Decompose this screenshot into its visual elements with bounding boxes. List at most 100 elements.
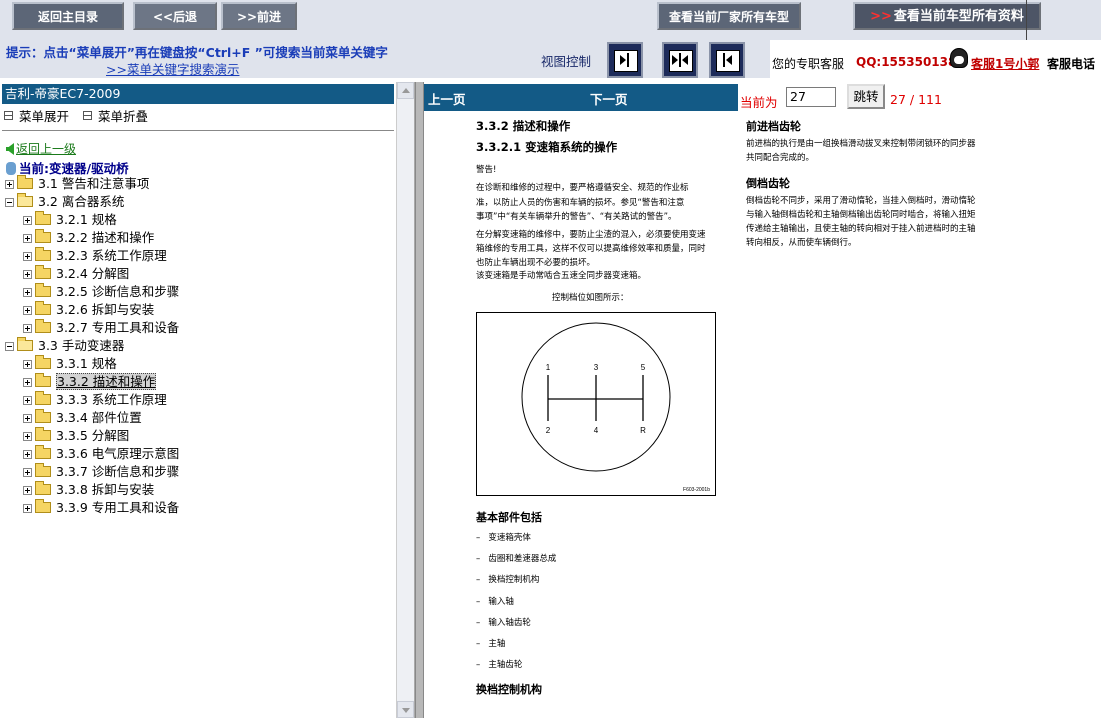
tree-item-label[interactable]: 3.2.1 规格 bbox=[56, 212, 117, 227]
menu-tools: 菜单展开 菜单折叠 bbox=[4, 106, 148, 125]
back-arrow-icon bbox=[6, 143, 14, 155]
qq-penguin-icon[interactable] bbox=[950, 48, 968, 68]
jump-button[interactable]: 跳转 bbox=[847, 84, 885, 109]
folder-icon bbox=[35, 319, 51, 333]
forward-button[interactable]: >>前进 bbox=[221, 2, 297, 30]
tree-item[interactable]: 3.2 离合器系统 bbox=[5, 193, 124, 211]
prev-page-button[interactable]: 上一页 bbox=[428, 89, 466, 108]
expand-toggle-icon[interactable] bbox=[23, 360, 32, 369]
tree-item[interactable]: 3.3.3 系统工作原理 bbox=[23, 391, 167, 409]
folder-icon bbox=[35, 229, 51, 243]
tree-item[interactable]: 3.1 警告和注意事项 bbox=[5, 175, 149, 193]
tree-item[interactable]: 3.2.4 分解图 bbox=[23, 265, 129, 283]
tree-item[interactable]: 3.2.6 拆卸与安装 bbox=[23, 301, 154, 319]
menu-collapse-label: 菜单折叠 bbox=[98, 109, 149, 124]
tree-item-label[interactable]: 3.3.5 分解图 bbox=[56, 428, 129, 443]
tree-item-label[interactable]: 3.2 离合器系统 bbox=[38, 194, 124, 209]
paragraph-line: 共同配合完成的。 bbox=[746, 153, 815, 163]
tree-item[interactable]: 3.2.7 专用工具和设备 bbox=[23, 319, 179, 337]
tree-item[interactable]: 3.2.5 诊断信息和步骤 bbox=[23, 283, 179, 301]
back-up-link[interactable]: 返回上一级 bbox=[6, 140, 76, 157]
tree-item[interactable]: 3.3.1 规格 bbox=[23, 355, 117, 373]
gear-label: 1 bbox=[546, 363, 551, 372]
tree-item[interactable]: 3.3.4 部件位置 bbox=[23, 409, 142, 427]
tree-item-label[interactable]: 3.3.1 规格 bbox=[56, 356, 117, 371]
qq-number[interactable]: QQ:1553501388 bbox=[856, 55, 965, 69]
warning-title: 警告! bbox=[476, 165, 497, 175]
expand-toggle-icon[interactable] bbox=[23, 288, 32, 297]
tree-item-label[interactable]: 3.3.7 诊断信息和步骤 bbox=[56, 464, 179, 479]
tree-item[interactable]: 3.3.9 专用工具和设备 bbox=[23, 499, 179, 517]
view-split-button[interactable] bbox=[662, 42, 698, 78]
shift-pattern-graphic: 1 3 5 2 4 R F603-2001b bbox=[521, 322, 710, 493]
tree-item[interactable]: 3.3.6 电气原理示意图 bbox=[23, 445, 179, 463]
tree-item-label[interactable]: 3.2.3 系统工作原理 bbox=[56, 248, 167, 263]
reverse-gear-heading: 倒档齿轮 bbox=[746, 177, 790, 190]
expand-toggle-icon[interactable] bbox=[5, 180, 14, 189]
tree-item[interactable]: 3.3.7 诊断信息和步骤 bbox=[23, 463, 179, 481]
service-agent-link[interactable]: 客服1号小郭 bbox=[971, 55, 1039, 72]
view-right-pane-button[interactable] bbox=[709, 42, 745, 78]
folder-icon bbox=[35, 409, 51, 423]
tree-item-label[interactable]: 3.3.6 电气原理示意图 bbox=[56, 446, 179, 461]
expand-toggle-icon[interactable] bbox=[23, 486, 32, 495]
tree-item[interactable]: 3.3.8 拆卸与安装 bbox=[23, 481, 154, 499]
tree-item-label[interactable]: 3.1 警告和注意事项 bbox=[38, 176, 149, 191]
expand-toggle-icon[interactable] bbox=[23, 450, 32, 459]
service-phone-label: 客服电话 bbox=[1047, 57, 1096, 71]
expand-toggle-icon[interactable] bbox=[23, 414, 32, 423]
expand-toggle-icon[interactable] bbox=[23, 216, 32, 225]
all-info-button[interactable]: >> 查看当前车型所有资料 bbox=[853, 2, 1041, 30]
tree-item-label[interactable]: 3.2.4 分解图 bbox=[56, 266, 129, 281]
expand-toggle-icon[interactable] bbox=[23, 270, 32, 279]
tree-item-label[interactable]: 3.2.5 诊断信息和步骤 bbox=[56, 284, 179, 299]
paragraph-line: 与输入轴倒档齿轮和主轴倒档输出齿轮同时啮合，将输入扭矩 bbox=[746, 210, 976, 220]
expand-toggle-icon[interactable] bbox=[23, 432, 32, 441]
tree-item[interactable]: 3.3 手动变速器 bbox=[5, 337, 124, 355]
expand-toggle-icon[interactable] bbox=[23, 252, 32, 261]
page-nav-bar: 上一页 下一页 bbox=[424, 84, 738, 111]
tree-item[interactable]: 3.2.2 描述和操作 bbox=[23, 229, 154, 247]
list-item: – 变速箱壳体 bbox=[476, 533, 531, 543]
next-page-button[interactable]: 下一页 bbox=[590, 89, 628, 108]
sidebar-scrollbar[interactable] bbox=[396, 82, 414, 718]
collapse-toggle-icon[interactable] bbox=[5, 198, 14, 207]
scroll-down-icon[interactable] bbox=[397, 701, 414, 718]
tree-item[interactable]: 3.2.3 系统工作原理 bbox=[23, 247, 167, 265]
expand-toggle-icon[interactable] bbox=[23, 234, 32, 243]
tree-item-selected[interactable]: 3.3.2 描述和操作 bbox=[23, 373, 157, 391]
tree-item-label[interactable]: 3.2.7 专用工具和设备 bbox=[56, 320, 179, 335]
collapse-toggle-icon[interactable] bbox=[5, 342, 14, 351]
expand-toggle-icon[interactable] bbox=[23, 324, 32, 333]
menu-collapse-button[interactable]: 菜单折叠 bbox=[83, 109, 148, 124]
view-left-pane-button[interactable] bbox=[607, 42, 643, 78]
tree-item-label[interactable]: 3.2.6 拆卸与安装 bbox=[56, 302, 154, 317]
tree-item-label[interactable]: 3.3.8 拆卸与安装 bbox=[56, 482, 154, 497]
tree-item-label[interactable]: 3.3.3 系统工作原理 bbox=[56, 392, 167, 407]
expand-toggle-icon[interactable] bbox=[23, 468, 32, 477]
back-button[interactable]: <<后退 bbox=[133, 2, 217, 30]
expand-toggle-icon[interactable] bbox=[23, 306, 32, 315]
folder-icon bbox=[35, 499, 51, 513]
tree-item-label[interactable]: 3.3 手动变速器 bbox=[38, 338, 124, 353]
tree-item[interactable]: 3.3.5 分解图 bbox=[23, 427, 129, 445]
paragraph-line: 前进档的执行是由一组换档滑动拔叉来控制带闭锁环的同步器 bbox=[746, 139, 976, 149]
paragraph-line: 该变速箱是手动常啮合五速全同步器变速箱。 bbox=[476, 271, 647, 281]
expand-toggle-icon[interactable] bbox=[23, 396, 32, 405]
tree-item-label[interactable]: 3.3.4 部件位置 bbox=[56, 410, 142, 425]
search-demo-link[interactable]: >>菜单关键字搜索演示 bbox=[106, 59, 239, 78]
page-number-input[interactable]: 27 bbox=[786, 87, 836, 107]
pane-splitter[interactable] bbox=[415, 82, 424, 718]
main-menu-button[interactable]: 返回主目录 bbox=[12, 2, 124, 30]
expand-toggle-icon[interactable] bbox=[23, 378, 32, 387]
list-item: – 输入轴齿轮 bbox=[476, 618, 531, 628]
tree-item[interactable]: 3.2.1 规格 bbox=[23, 211, 117, 229]
menu-expand-button[interactable]: 菜单展开 bbox=[4, 109, 69, 124]
tree-item-label[interactable]: 3.2.2 描述和操作 bbox=[56, 230, 154, 245]
tree-item-label[interactable]: 3.3.2 描述和操作 bbox=[56, 373, 157, 390]
scroll-up-icon[interactable] bbox=[397, 82, 414, 99]
all-models-button[interactable]: 查看当前厂家所有车型 bbox=[657, 2, 801, 30]
menu-expand-label: 菜单展开 bbox=[19, 109, 70, 124]
expand-toggle-icon[interactable] bbox=[23, 504, 32, 513]
tree-item-label[interactable]: 3.3.9 专用工具和设备 bbox=[56, 500, 179, 515]
